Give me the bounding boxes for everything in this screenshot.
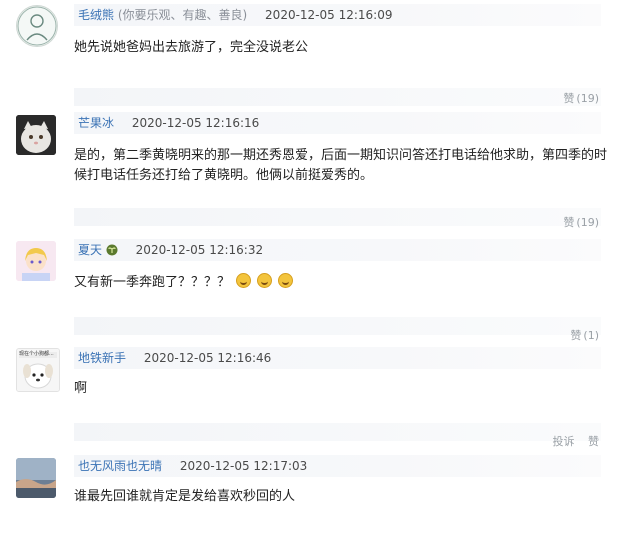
comment-time: 2020-12-05 12:16:32 — [135, 243, 264, 257]
comment-actions: 赞 (19) — [553, 214, 599, 230]
comment-text: 谁最先回谁就肯定是发给喜欢秒回的人 — [74, 489, 296, 504]
comment-actions-bar — [74, 88, 601, 106]
comment-text: 是的，第二季黄晓明来的那一期还秀恩爱，后面一期知识问答还打电话给他求助，第四季的… — [74, 148, 608, 183]
like-button[interactable]: 赞 (19) — [563, 216, 599, 229]
sprout-icon — [106, 244, 118, 256]
grin-emoji-icon — [236, 273, 252, 288]
like-count: (19) — [576, 92, 599, 105]
comment-text: 又有新一季奔跑了？？？？ — [74, 273, 614, 293]
like-label: 赞 — [563, 216, 575, 229]
comment-text: 她先说她爸妈出去旅游了，完全没说老公 — [74, 40, 309, 55]
comment-username[interactable]: 夏天 — [78, 243, 102, 257]
like-count: (1) — [583, 329, 599, 342]
comment-time: 2020-12-05 12:16:46 — [143, 351, 272, 365]
comment-item: 夏天 2020-12-05 12:16:32 又有新一季奔跑了？？？？ 赞 (1) — [0, 237, 641, 342]
avatar[interactable] — [16, 5, 58, 47]
comment-item: 现在个小狗都... 地铁新手 2020-12-05 12:16:46 啊 投诉 … — [0, 345, 641, 448]
like-label: 赞 — [563, 92, 575, 105]
like-button[interactable]: 赞 (1) — [570, 329, 599, 342]
comment-text-content: 又有新一季奔跑了？？？？ — [74, 275, 231, 290]
like-button[interactable]: 赞 (19) — [563, 92, 599, 105]
avatar-caption: 现在个小狗都... — [19, 351, 54, 357]
avatar[interactable]: 现在个小狗都... — [16, 348, 60, 392]
grin-emoji-icon — [278, 273, 294, 288]
user-avatar-icon — [17, 6, 57, 46]
comment-actions: 投诉 赞 — [543, 433, 600, 449]
like-count: (19) — [576, 216, 599, 229]
comment-text: 啊 — [74, 381, 88, 396]
comment-username[interactable]: 也无风雨也无晴 — [78, 459, 162, 473]
anime-avatar-icon — [16, 241, 56, 281]
avatar[interactable] — [16, 458, 56, 498]
avatar[interactable] — [16, 241, 56, 281]
report-button[interactable]: 投诉 — [553, 435, 575, 448]
landscape-avatar-icon — [16, 458, 56, 498]
comment-actions-bar — [74, 317, 601, 335]
comment-time: 2020-12-05 12:16:16 — [131, 116, 260, 130]
avatar[interactable] — [16, 115, 56, 155]
comment-username[interactable]: 毛绒熊 — [78, 8, 114, 22]
comment-username[interactable]: 地铁新手 — [78, 351, 126, 365]
comment-actions-bar — [74, 423, 601, 441]
comment-actions: 赞 (19) — [553, 90, 599, 106]
like-label: 赞 — [570, 329, 582, 342]
comment-username[interactable]: 芒果冰 — [78, 116, 114, 130]
grin-emoji-icon — [257, 273, 273, 288]
comment-user-badge: (你要乐观、有趣、善良) — [117, 8, 248, 22]
comment-actions-bar — [74, 208, 601, 226]
comment-time: 2020-12-05 12:17:03 — [179, 459, 308, 473]
like-button[interactable]: 赞 — [588, 435, 599, 448]
comment-item: 芒果冰 2020-12-05 12:16:16 是的，第二季黄晓明来的那一期还秀… — [0, 110, 641, 229]
comment-time: 2020-12-05 12:16:09 — [265, 8, 393, 22]
comment-item: 也无风雨也无晴 2020-12-05 12:17:03 谁最先回谁就肯定是发给喜… — [0, 455, 641, 534]
comment-actions: 赞 (1) — [560, 327, 599, 343]
comment-item: 毛绒熊 (你要乐观、有趣、善良) 2020-12-05 12:16:09 她先说… — [0, 0, 641, 110]
cat-avatar-icon — [16, 115, 56, 155]
